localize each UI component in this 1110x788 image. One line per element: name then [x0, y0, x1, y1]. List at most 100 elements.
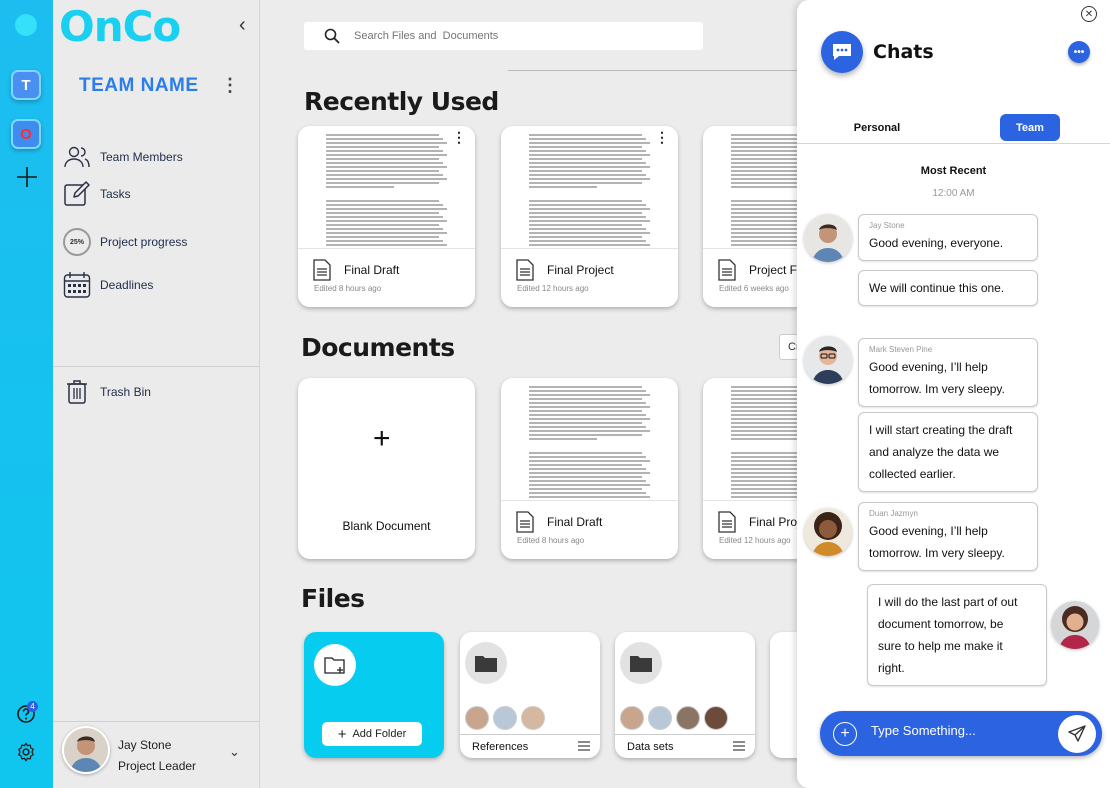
member-avatars — [465, 706, 549, 730]
card-menu-icon[interactable]: ⋮ — [452, 130, 466, 144]
team-switch-t[interactable]: T — [11, 70, 41, 100]
preview-line — [529, 204, 646, 206]
preview-line — [529, 422, 643, 424]
add-team-icon[interactable] — [15, 165, 39, 189]
tab-team[interactable]: Team — [1000, 114, 1060, 141]
preview-line — [529, 460, 650, 462]
attach-plus-icon[interactable]: + — [833, 722, 857, 746]
preview-line — [326, 170, 440, 172]
preview-line — [529, 134, 643, 136]
search-input[interactable] — [354, 30, 654, 42]
team-menu-icon[interactable]: ⋮ — [221, 75, 239, 96]
preview-line — [326, 142, 447, 144]
message-input[interactable] — [871, 723, 1051, 738]
message-sender: Jay Stone — [869, 221, 905, 230]
preview-line — [529, 480, 646, 482]
chevron-down-icon[interactable]: ⌄ — [229, 744, 240, 760]
sidebar-item-team-members[interactable]: Team Members — [63, 143, 183, 171]
preview-line — [529, 150, 646, 152]
calendar-icon — [63, 271, 91, 299]
documents-title: Documents — [301, 333, 455, 362]
preview-line — [326, 224, 440, 226]
doc-title: Project F — [749, 263, 798, 277]
preview-line — [529, 174, 646, 176]
preview-line — [326, 232, 447, 234]
document-preview — [501, 378, 678, 506]
preview-line — [326, 244, 447, 246]
chat-message: We will continue this one. — [858, 270, 1038, 306]
collapse-sidebar-icon[interactable]: ‹ — [239, 14, 246, 37]
preview-line — [529, 142, 650, 144]
preview-line — [529, 484, 650, 486]
doc-edited: Edited 8 hours ago — [314, 284, 382, 293]
message-text: Good evening, I’ll help — [869, 524, 988, 538]
send-button[interactable] — [1058, 715, 1096, 753]
preview-line — [326, 204, 443, 206]
preview-line — [529, 208, 650, 210]
tab-personal[interactable]: Personal — [829, 114, 925, 141]
doc-edited: Edited 8 hours ago — [517, 536, 585, 545]
gear-icon[interactable] — [15, 741, 37, 763]
preview-gap — [326, 190, 449, 200]
progress-ring-wrap: 25% — [63, 228, 91, 256]
folder-icon — [620, 642, 662, 684]
user-name: Jay Stone — [118, 738, 172, 752]
preview-line — [326, 178, 447, 180]
message-text: Good evening, everyone. — [869, 236, 1004, 250]
preview-line — [529, 220, 650, 222]
preview-line — [529, 488, 643, 490]
card-menu-icon[interactable]: ⋮ — [655, 130, 669, 144]
main-content: Recently Used ⋮ Final Draft Edited 8 hou… — [261, 0, 910, 788]
preview-line — [529, 232, 650, 234]
search-bar[interactable] — [304, 22, 703, 50]
preview-line — [326, 162, 443, 164]
doc-edited: Edited 6 weeks ago — [719, 284, 789, 293]
message-sender: Mark Steven Pine — [869, 345, 933, 354]
preview-line — [326, 186, 394, 188]
close-icon[interactable]: ✕ — [1081, 6, 1097, 22]
menu-icon[interactable] — [733, 741, 745, 751]
preview-line — [529, 398, 643, 400]
blank-document-card[interactable]: + Blank Document — [298, 378, 475, 559]
folder-bar: References — [460, 734, 600, 758]
card-footer: Final Draft Edited 8 hours ago — [298, 248, 475, 307]
document-icon — [516, 259, 534, 281]
preview-line — [529, 414, 646, 416]
preview-line — [529, 216, 646, 218]
add-folder-button[interactable]: + Add Folder — [322, 722, 422, 746]
sidebar-divider — [53, 366, 260, 367]
recent-doc-card[interactable]: ⋮ Final Project Edited 12 hours ago — [501, 126, 678, 307]
progress-ring: 25% — [63, 228, 91, 256]
preview-line — [529, 178, 650, 180]
sidebar-item-project-progress[interactable]: 25% Project progress — [63, 228, 187, 256]
sidebar-item-tasks[interactable]: Tasks — [63, 180, 131, 208]
document-icon — [718, 259, 736, 281]
folder-card[interactable]: References — [460, 632, 600, 758]
team-switch-o[interactable]: O — [11, 119, 41, 149]
more-options-icon[interactable]: ••• — [1068, 41, 1090, 63]
sidebar-item-label: Tasks — [100, 187, 131, 201]
chat-message-own: I will do the last part of out document … — [867, 584, 1047, 686]
header-divider — [508, 70, 808, 71]
doc-title: Final Draft — [344, 263, 400, 277]
folder-add-icon — [314, 644, 356, 686]
recently-used-title: Recently Used — [304, 87, 499, 116]
avatar — [804, 336, 852, 384]
folder-card[interactable]: Data sets — [615, 632, 755, 758]
preview-line — [529, 244, 650, 246]
user-role: Project Leader — [118, 759, 197, 773]
preview-line — [529, 146, 643, 148]
user-profile[interactable]: Jay Stone Project Leader ⌄ — [53, 722, 260, 788]
home-dot[interactable] — [15, 14, 37, 36]
menu-icon[interactable] — [578, 741, 590, 751]
preview-line — [529, 162, 646, 164]
sidebar-item-trash[interactable]: Trash Bin — [63, 378, 151, 406]
sidebar-item-deadlines[interactable]: Deadlines — [63, 271, 153, 299]
document-card[interactable]: Final Draft Edited 8 hours ago — [501, 378, 678, 559]
help-badge: 4 — [27, 701, 38, 712]
recent-doc-card[interactable]: ⋮ Final Draft Edited 8 hours ago — [298, 126, 475, 307]
preview-line — [529, 186, 597, 188]
folder-bar: Data sets — [615, 734, 755, 758]
add-folder-card: + Add Folder — [304, 632, 444, 758]
avatar — [676, 706, 700, 730]
